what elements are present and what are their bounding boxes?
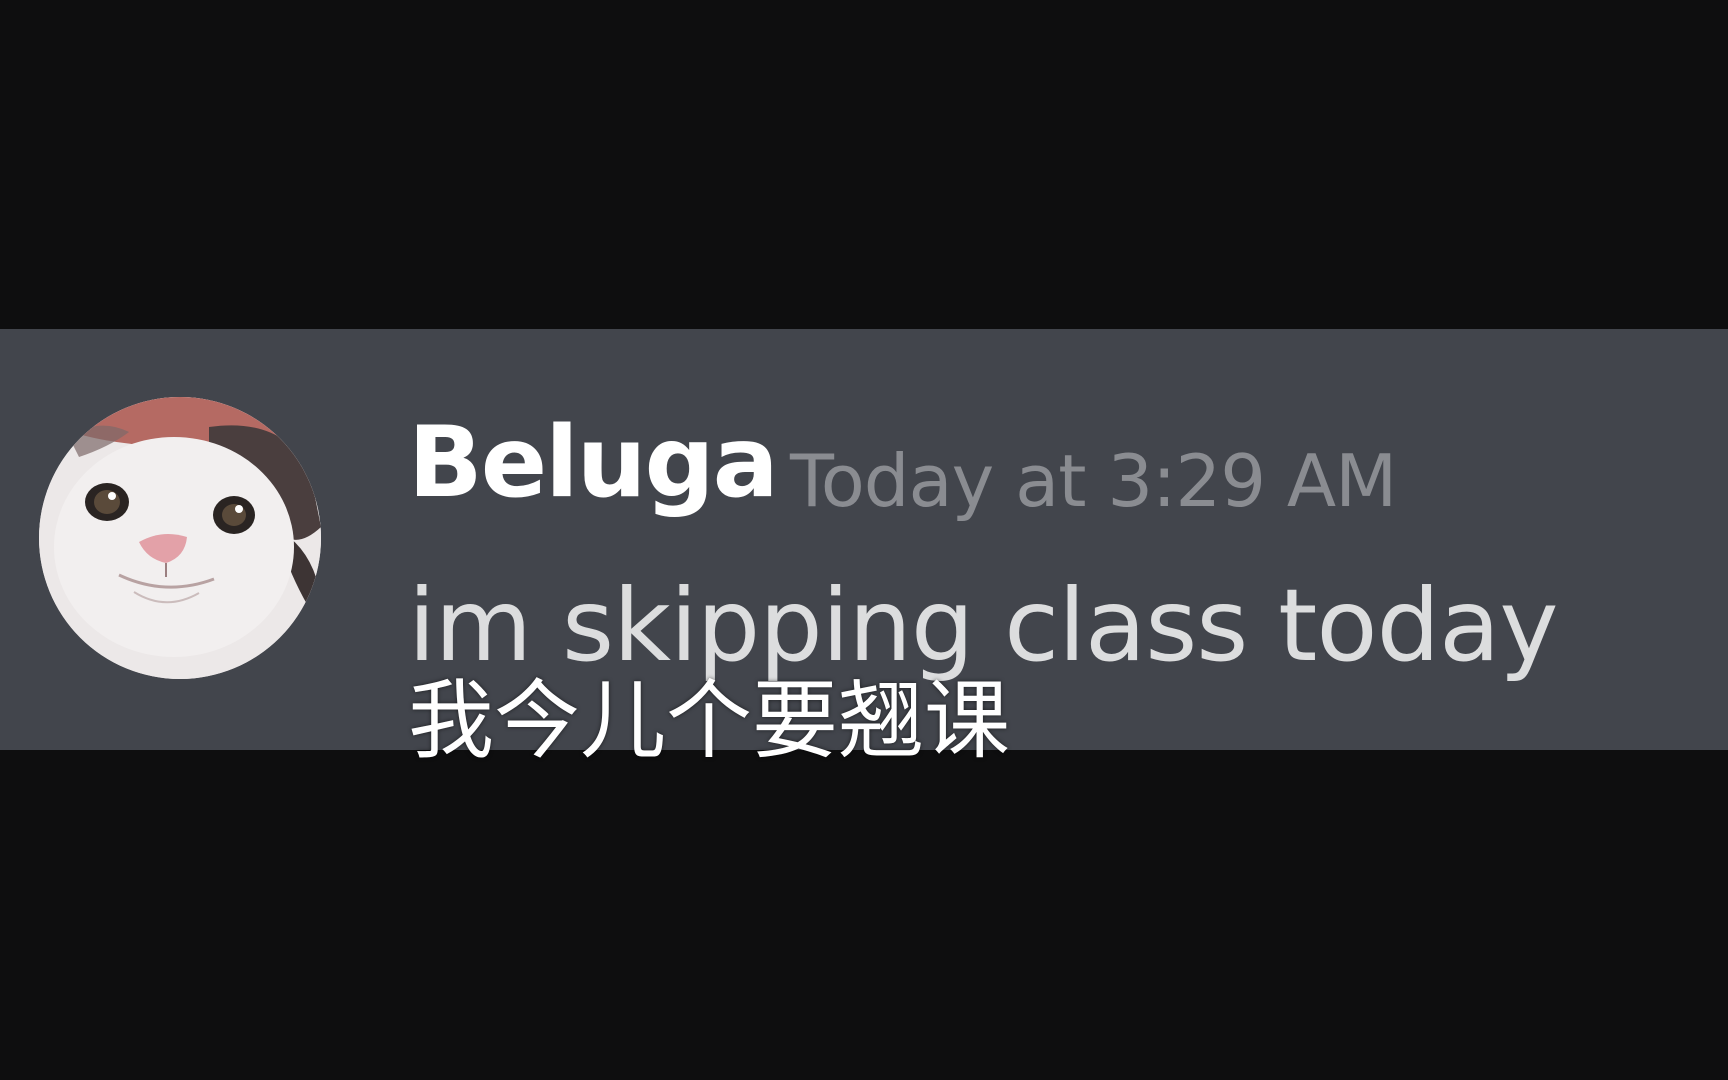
message-author-name[interactable]: Beluga [408, 414, 779, 512]
video-frame: Beluga Today at 3:29 AM im skipping clas… [0, 0, 1728, 1080]
video-subtitle: 我今儿个要翘课 [408, 671, 1010, 771]
user-avatar[interactable] [39, 397, 321, 679]
message-timestamp: Today at 3:29 AM [790, 439, 1397, 523]
message-content: im skipping class today [408, 567, 1559, 684]
cat-avatar-icon [39, 397, 321, 679]
